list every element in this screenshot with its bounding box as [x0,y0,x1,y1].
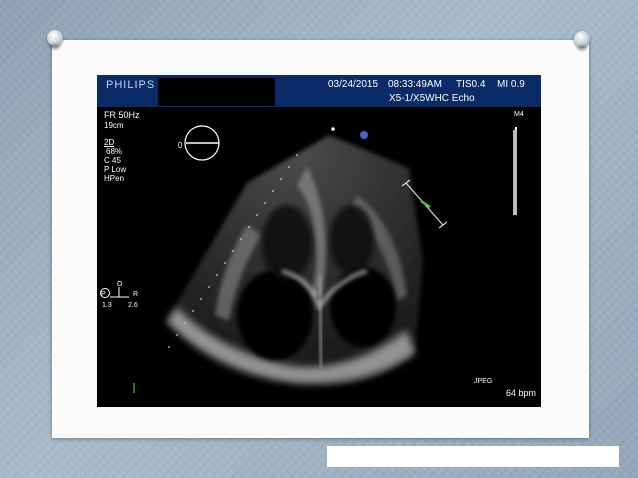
ultrasound-screen: PHILIPS 03/24/2015 08:33:49AM TIS0.4 MI … [97,75,541,407]
pin-top-right-icon [574,31,590,47]
caption-box [327,446,619,467]
orientation-indicator-icon [184,125,220,161]
right-atrium-dark-region [330,267,396,347]
focus-marker-icon [360,131,368,139]
echo-image [100,125,517,393]
grayscale-bar [513,127,517,215]
left-ventricle-dark-region [262,205,312,281]
apex-dot [331,127,335,131]
left-atrium-dark-region [237,270,313,360]
compass-icon [100,287,129,298]
ultrasound-fan [165,135,423,386]
right-ventricle-dark-region [330,205,374,275]
pin-top-left-icon [47,30,63,46]
